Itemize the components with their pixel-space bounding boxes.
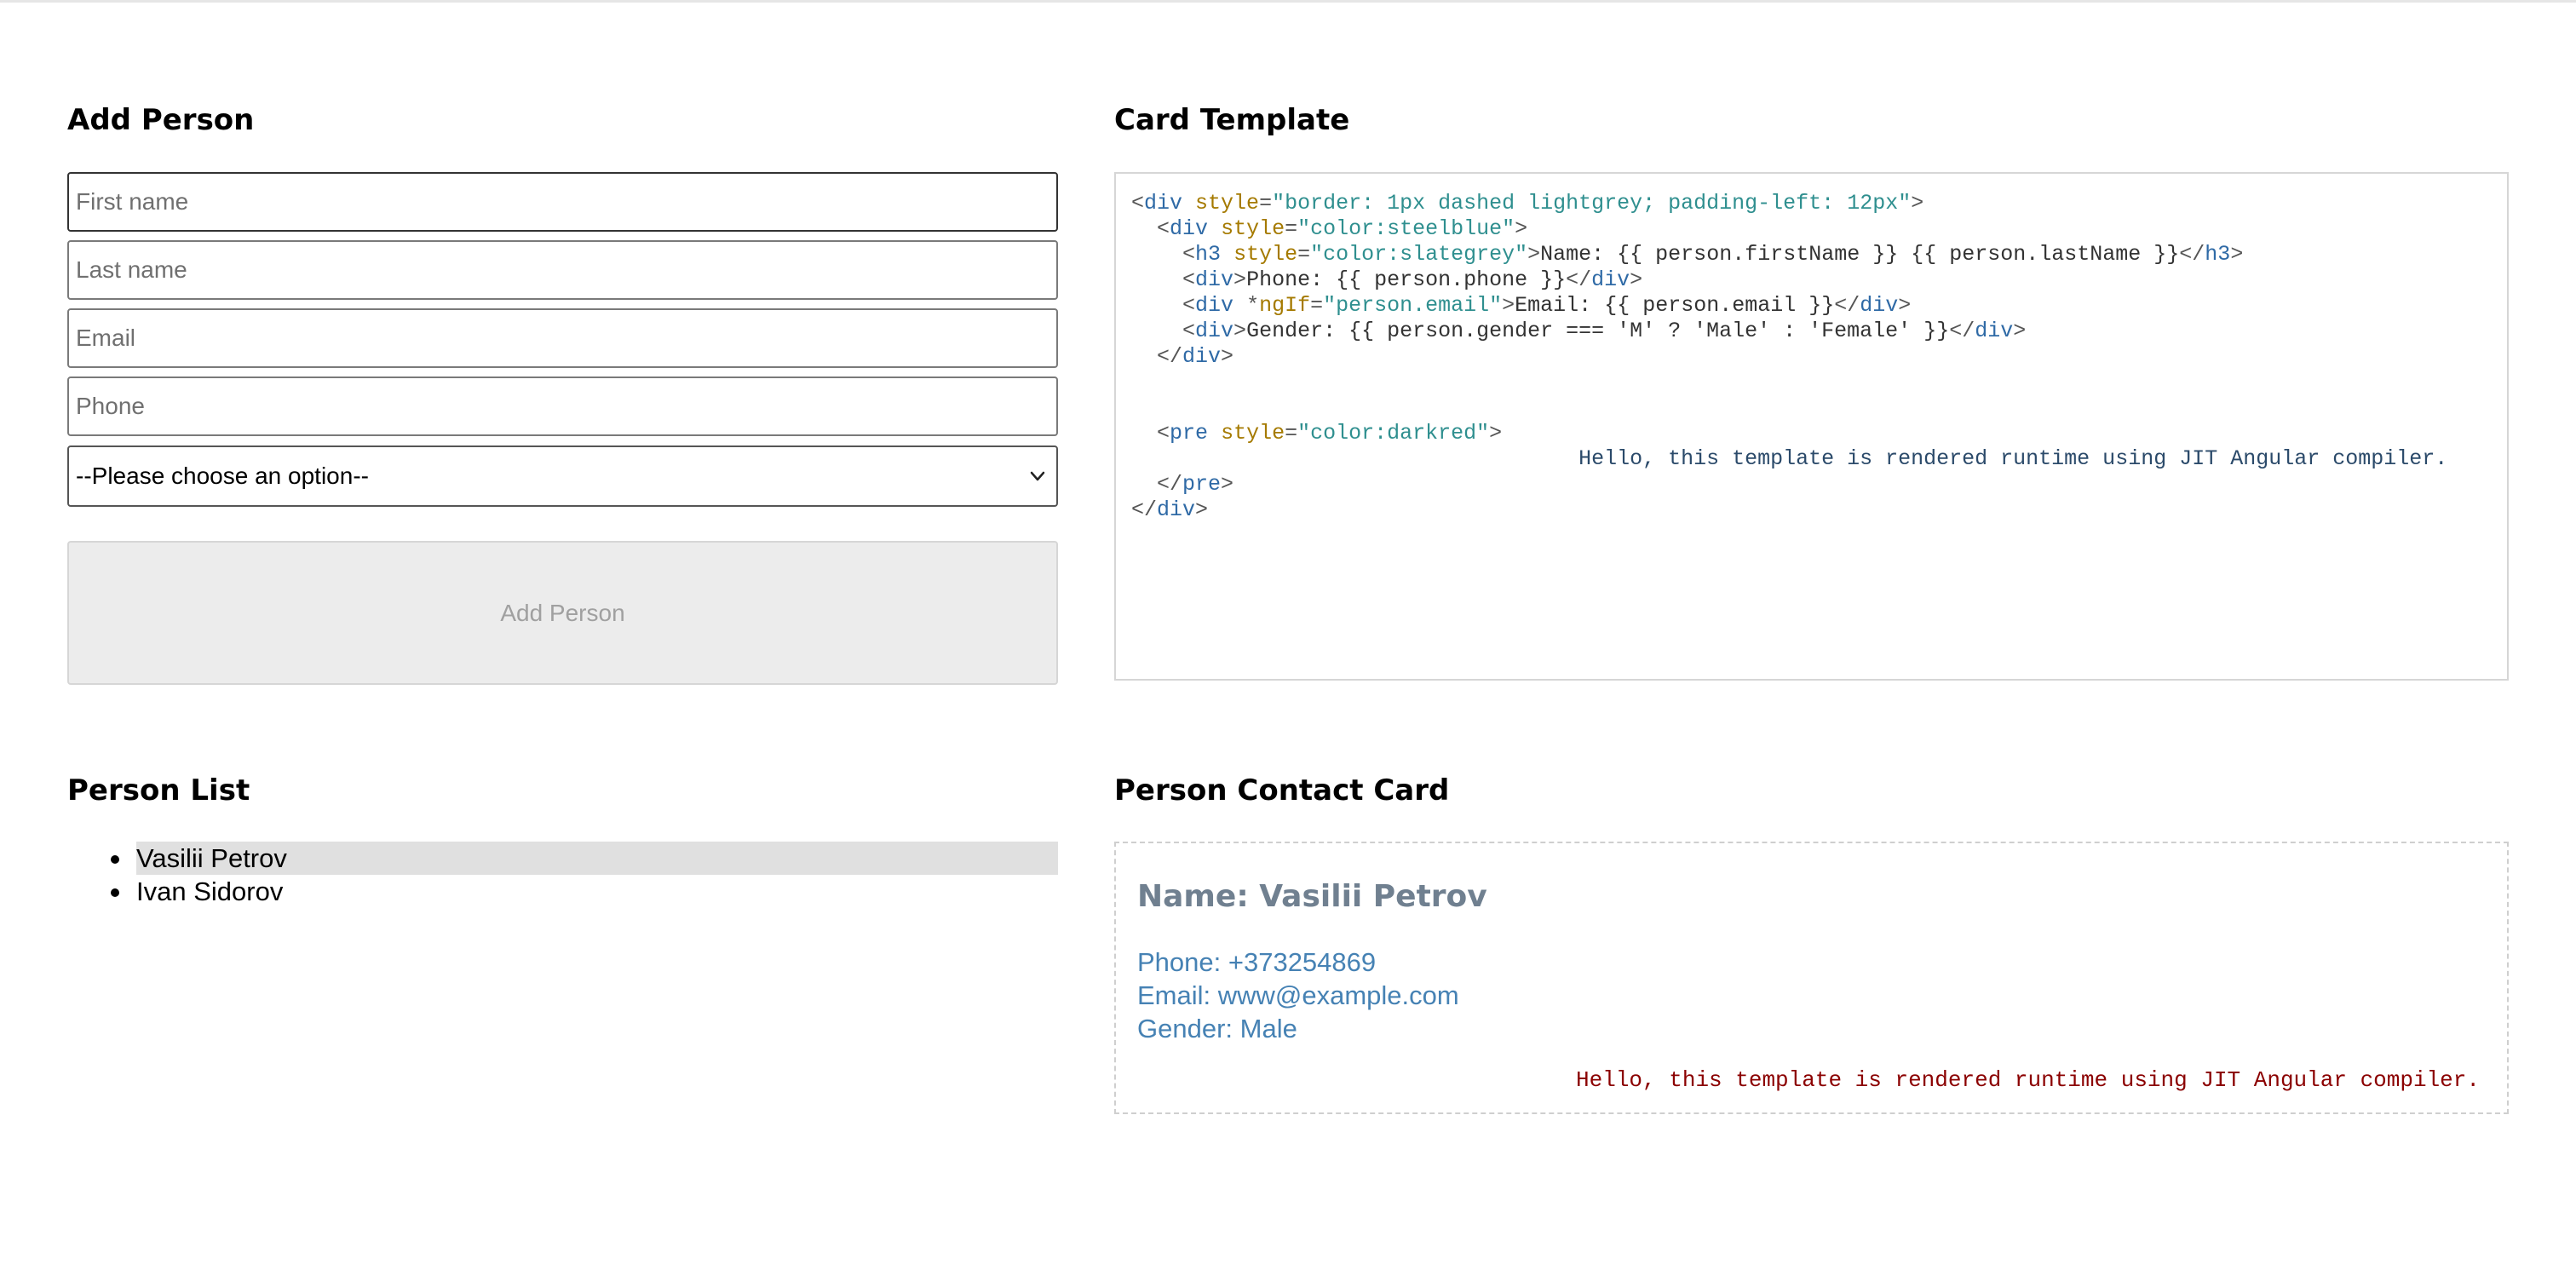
code-line: </pre>	[1157, 472, 1234, 497]
chevron-down-icon	[1030, 471, 1045, 481]
add-person-button-label: Add Person	[500, 599, 625, 626]
person-list-item[interactable]: Vasilii Petrov	[111, 842, 1058, 875]
person-list-item-label: Ivan Sidorov	[136, 877, 284, 906]
code-line: <div *ngIf="person.email">Email: {{ pers…	[1182, 293, 1912, 318]
phone-input[interactable]	[67, 376, 1058, 436]
bullet-icon	[111, 888, 119, 897]
add-person-heading: Add Person	[67, 103, 255, 137]
template-editor[interactable]: <div style="border: 1px dashed lightgrey…	[1114, 172, 2509, 681]
gender-select[interactable]: --Please choose an option--	[67, 445, 1058, 507]
card-template-heading: Card Template	[1114, 103, 1350, 137]
person-list: Vasilii Petrov Ivan Sidorov	[102, 842, 1058, 908]
person-list-item-label: Vasilii Petrov	[136, 843, 287, 873]
email-input[interactable]	[67, 308, 1058, 368]
person-list-heading: Person List	[67, 773, 250, 808]
gender-select-value: --Please choose an option--	[76, 463, 369, 489]
code-line: <div style="border: 1px dashed lightgrey…	[1131, 191, 1924, 216]
person-contact-card: Name: Vasilii Petrov Phone: +373254869 E…	[1114, 842, 2509, 1114]
code-line: </div>	[1157, 344, 1234, 369]
code-line: <div>Phone: {{ person.phone }}</div>	[1182, 267, 1643, 292]
card-email: Email: www@example.com	[1137, 980, 1459, 1010]
contact-card-heading: Person Contact Card	[1114, 773, 1450, 808]
code-line: <pre style="color:darkred">	[1157, 421, 1503, 445]
person-list-item[interactable]: Ivan Sidorov	[111, 875, 1058, 908]
first-name-input[interactable]	[67, 172, 1058, 232]
top-divider	[0, 0, 2576, 3]
add-person-button[interactable]: Add Person	[67, 541, 1058, 685]
card-gender: Gender: Male	[1137, 1014, 1297, 1043]
code-line: </div>	[1131, 497, 1209, 522]
code-line: <div style="color:steelblue">	[1157, 216, 1528, 241]
bullet-icon	[111, 855, 119, 864]
card-name: Name: Vasilii Petrov	[1137, 879, 1487, 914]
template-code: <div style="border: 1px dashed lightgrey…	[1131, 191, 2447, 523]
code-line: <h3 style="color:slategrey">Name: {{ per…	[1182, 242, 2244, 267]
code-line: <div>Gender: {{ person.gender === 'M' ? …	[1182, 319, 2027, 343]
card-pre-text: Hello, this template is rendered runtime…	[1576, 1067, 2480, 1093]
last-name-input[interactable]	[67, 240, 1058, 300]
card-phone: Phone: +373254869	[1137, 947, 1377, 977]
code-line: Hello, this template is rendered runtime…	[1131, 446, 2448, 471]
